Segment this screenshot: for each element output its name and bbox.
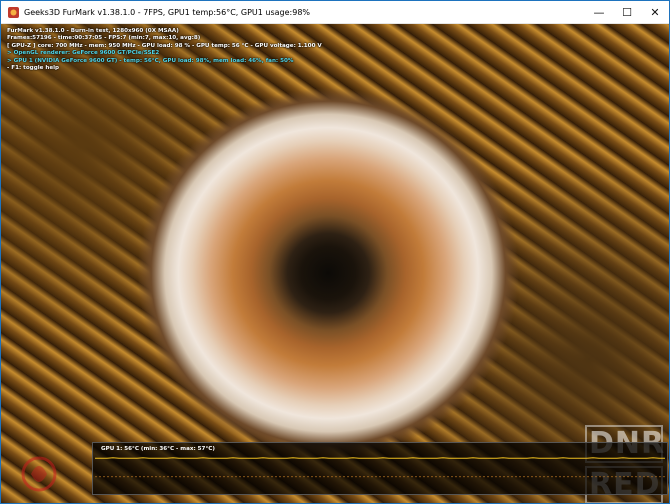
temperature-graph: GPU 1: 56°C (min: 36°C - max: 57°C): [92, 442, 668, 495]
window-title: Geeks3D FurMark v1.38.1.0 - 7FPS, GPU1 t…: [24, 7, 311, 17]
overlay-line-frames: Frames:57196 - time:00:37:05 - FPS:7 (mi…: [7, 35, 201, 42]
title-bar[interactable]: Geeks3D FurMark v1.38.1.0 - 7FPS, GPU1 t…: [1, 1, 669, 24]
furmark-app-icon: [7, 6, 19, 18]
overlay-line-gpu1: > GPU 1 (NVIDIA GeForce 9600 GT) - temp:…: [7, 57, 294, 64]
minimize-button[interactable]: —: [585, 1, 613, 23]
maximize-button[interactable]: ☐: [613, 1, 641, 23]
furmark-window: Geeks3D FurMark v1.38.1.0 - 7FPS, GPU1 t…: [0, 0, 670, 504]
close-button[interactable]: ✕: [641, 1, 669, 23]
watermark-logo-left: [19, 444, 59, 502]
temperature-trace-line: [95, 457, 665, 459]
overlay-line-renderer: > OpenGL renderer: GeForce 9600 GT/PCIe/…: [7, 50, 160, 57]
render-viewport: FurMark v1.38.1.0 - Burn-in test, 1280x9…: [1, 24, 669, 503]
overlay-line-help: - F1: toggle help: [7, 65, 60, 72]
temperature-graph-plot: [95, 457, 665, 478]
stats-overlay: FurMark v1.38.1.0 - Burn-in test, 1280x9…: [7, 28, 322, 72]
